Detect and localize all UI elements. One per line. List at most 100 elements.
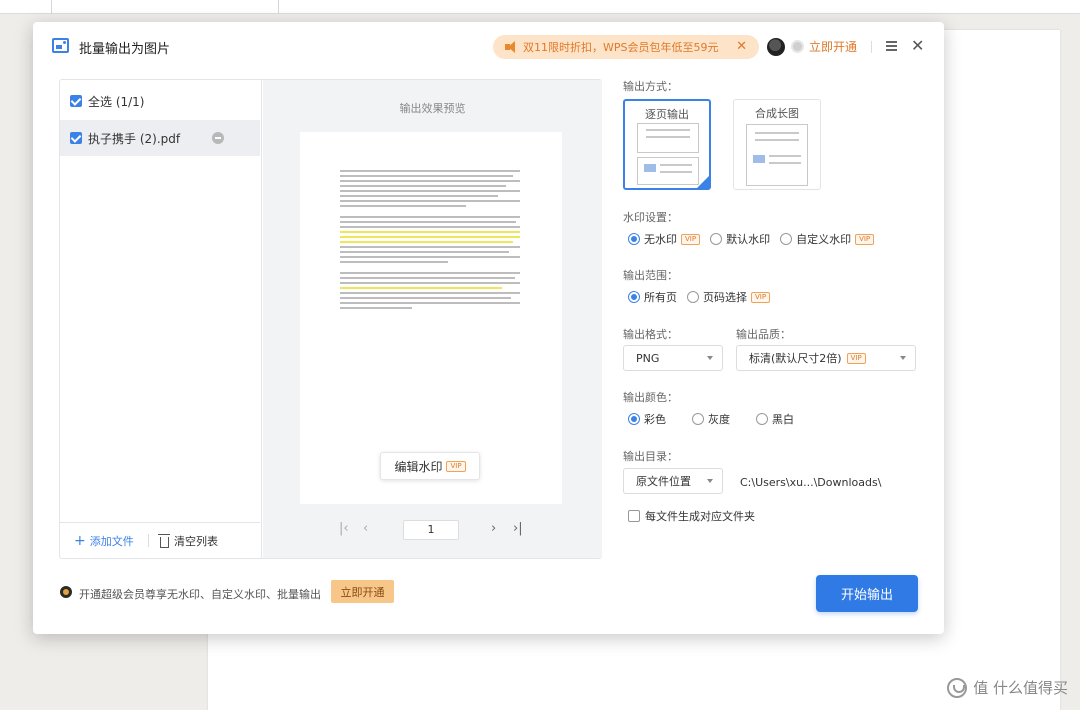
file-checkbox[interactable]	[70, 132, 82, 144]
site-watermark-text: 值 什么值得买	[973, 679, 1068, 697]
smzdm-logo-icon	[947, 677, 968, 698]
select-all-row[interactable]: 全选 (1/1)	[60, 83, 260, 119]
option-label: 彩色	[644, 413, 666, 426]
footer-divider	[148, 534, 149, 547]
option-label: 自定义水印	[796, 233, 852, 246]
preview-page: 编辑水印 VIP	[300, 132, 562, 504]
radio-icon[interactable]	[687, 291, 699, 303]
select-all-checkbox[interactable]	[70, 95, 82, 107]
output-directory-label: 输出目录：	[623, 450, 678, 463]
remove-file-icon[interactable]	[212, 132, 224, 144]
range-option-pages[interactable]: 页码选择 VIP	[687, 289, 771, 305]
preview-title: 输出效果预览	[399, 102, 466, 115]
color-options: 彩色 灰度 黑白	[628, 411, 804, 427]
watermark-options: 无水印 VIP 默认水印 自定义水印 VIP	[628, 231, 884, 247]
background-toolbar	[0, 0, 1080, 14]
format-select[interactable]: PNG	[623, 345, 723, 371]
watermark-option-none[interactable]: 无水印 VIP	[628, 231, 701, 247]
output-range-label: 输出范围：	[623, 269, 678, 282]
color-option-grayscale[interactable]: 灰度	[692, 411, 730, 427]
crown-icon	[60, 586, 72, 598]
output-path: C:\Users\xu...\Downloads\	[740, 476, 882, 489]
radio-icon[interactable]	[692, 413, 704, 425]
image-export-icon	[52, 38, 69, 53]
vip-badge: VIP	[681, 233, 701, 245]
color-option-bw[interactable]: 黑白	[756, 411, 794, 427]
radio-icon[interactable]	[628, 233, 640, 245]
option-label: 黑白	[772, 413, 794, 426]
watermark-setting-label: 水印设置：	[623, 211, 678, 224]
list-item[interactable]: 执子携手 (2).pdf	[60, 120, 260, 156]
radio-icon[interactable]	[756, 413, 768, 425]
range-option-all[interactable]: 所有页	[628, 289, 677, 305]
preview-pager: |‹ ‹ 1 › ›|	[263, 520, 602, 540]
add-file-button[interactable]: + 添加文件	[74, 533, 134, 549]
edit-watermark-label: 编辑水印	[394, 459, 443, 474]
select-all-label: 全选 (1/1)	[88, 94, 145, 109]
output-mode-label: 输出方式：	[623, 80, 678, 93]
output-quality-label: 输出品质：	[736, 328, 791, 341]
plus-icon: +	[74, 533, 86, 549]
per-page-thumbnail	[637, 123, 699, 153]
vip-promo-text: 开通超级会员尊享无水印、自定义水印、批量输出	[79, 588, 321, 601]
radio-icon[interactable]	[628, 291, 640, 303]
open-vip-button[interactable]: 立即开通	[331, 580, 394, 603]
range-options: 所有页 页码选择 VIP	[628, 289, 780, 305]
watermark-option-custom[interactable]: 自定义水印 VIP	[780, 231, 875, 247]
option-label: 默认水印	[726, 233, 771, 246]
add-file-label: 添加文件	[89, 535, 134, 548]
export-settings: 输出方式： 逐页输出 合成长图 水印设置： 无水印 VIP 默认水印 自定义水印…	[622, 22, 932, 582]
subfolder-option[interactable]: 每文件生成对应文件夹	[628, 508, 755, 524]
dialog-footer: 开通超级会员尊享无水印、自定义水印、批量输出 立即开通 开始输出	[33, 570, 944, 630]
next-page-icon[interactable]: ›	[491, 521, 496, 536]
preview-document-text	[340, 170, 520, 312]
color-option-color[interactable]: 彩色	[628, 411, 666, 427]
radio-icon[interactable]	[710, 233, 723, 245]
subfolder-label: 每文件生成对应文件夹	[645, 510, 755, 523]
selected-corner-icon	[697, 176, 709, 188]
vip-badge: VIP	[846, 352, 866, 364]
quality-select[interactable]: 标清(默认尺寸2倍) VIP	[736, 345, 916, 371]
option-label: 无水印	[644, 233, 677, 246]
site-watermark: 值 什么值得买	[947, 677, 1068, 698]
trash-icon	[158, 533, 170, 548]
radio-icon[interactable]	[628, 413, 640, 425]
mode-card-long-image[interactable]: 合成长图	[733, 99, 821, 190]
file-list-footer: + 添加文件 清空列表	[60, 522, 260, 558]
mode-card-label: 合成长图	[755, 107, 799, 120]
chevron-down-icon	[707, 356, 713, 360]
directory-value: 原文件位置	[636, 475, 691, 488]
option-label: 所有页	[644, 291, 677, 304]
speaker-icon	[505, 41, 517, 53]
radio-icon[interactable]	[780, 233, 793, 245]
chevron-down-icon	[707, 479, 713, 483]
format-value: PNG	[636, 351, 660, 365]
vip-badge: VIP	[751, 291, 771, 303]
output-color-label: 输出颜色：	[623, 391, 678, 404]
file-name: 执子携手 (2).pdf	[88, 131, 181, 146]
directory-select[interactable]: 原文件位置	[623, 468, 723, 494]
prev-page-icon[interactable]: ‹	[363, 521, 368, 536]
background-toolbar-cell	[0, 0, 52, 14]
background-toolbar-cell	[52, 0, 279, 14]
subfolder-checkbox[interactable]	[628, 510, 640, 522]
long-image-thumbnail	[746, 124, 808, 186]
file-list: 全选 (1/1) 执子携手 (2).pdf + 添加文件 清空列表	[60, 80, 262, 558]
edit-watermark-button[interactable]: 编辑水印 VIP	[380, 452, 480, 480]
clear-list-button[interactable]: 清空列表	[158, 533, 218, 549]
clear-list-label: 清空列表	[174, 535, 218, 548]
start-export-button[interactable]: 开始输出	[816, 575, 918, 612]
dialog-title: 批量输出为图片	[79, 42, 171, 57]
option-label: 页码选择	[703, 291, 747, 304]
output-format-label: 输出格式：	[623, 328, 678, 341]
batch-export-dialog: 批量输出为图片 双11限时折扣，WPS会员包年低至59元 ✕ 立即开通 ✕ 全选…	[33, 22, 944, 634]
vip-badge: VIP	[446, 460, 466, 472]
last-page-icon[interactable]: ›|	[513, 521, 523, 536]
watermark-option-default[interactable]: 默认水印	[710, 231, 770, 247]
page-number-input[interactable]: 1	[403, 520, 459, 540]
option-label: 灰度	[708, 413, 730, 426]
output-preview: 输出效果预览 编辑水印 VIP |‹ ‹ 1 › ›|	[263, 80, 602, 558]
first-page-icon[interactable]: |‹	[339, 521, 349, 536]
mode-card-per-page[interactable]: 逐页输出	[623, 99, 711, 190]
vip-badge: VIP	[855, 233, 875, 245]
